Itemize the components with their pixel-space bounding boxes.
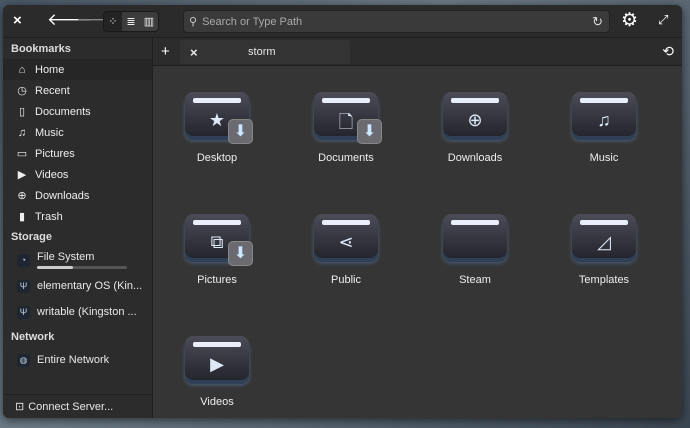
folder-icon: ◿ bbox=[572, 212, 636, 264]
storage-heading: Storage bbox=[11, 231, 52, 243]
folder-label: Videos bbox=[200, 396, 234, 408]
folder-label: Steam bbox=[459, 274, 491, 286]
sidebar-item-writable[interactable]: Ψwritable (Kingston ... bbox=[3, 299, 152, 325]
folder-label: Downloads bbox=[447, 152, 503, 164]
videos-icon: ▶ bbox=[17, 169, 27, 181]
documents-icon: ▯ bbox=[18, 106, 26, 118]
folder-steam[interactable]: Steam bbox=[420, 212, 530, 286]
tab-bar: + × storm ⟲ bbox=[153, 38, 682, 66]
folder-desktop[interactable]: ★ ⬇ Desktop bbox=[162, 90, 272, 164]
close-button[interactable]: × bbox=[13, 12, 22, 29]
folder-label: Music bbox=[589, 152, 619, 164]
usb-icon: Ψ bbox=[17, 279, 30, 293]
file-grid: ★ ⬇ Desktop 🗋 ⬇ Documents ⊕ Downloads ♫ Music ⧉ ⬇ Pi… bbox=[153, 66, 682, 418]
sidebar-item-recent[interactable]: ◷ Recent bbox=[3, 80, 152, 101]
sidebar-item-label: writable (Kingston ... bbox=[37, 306, 137, 318]
sidebar-item-documents[interactable]: ▯ Documents bbox=[3, 101, 152, 122]
server-icon: ⊡ bbox=[15, 401, 25, 413]
folder-label: Templates bbox=[578, 274, 630, 286]
folder-icon: ♫ bbox=[572, 90, 636, 142]
sidebar-item-entire-network[interactable]: ◍ Entire Network bbox=[3, 347, 152, 373]
sidebar-item-music[interactable]: ♫ Music bbox=[3, 122, 152, 143]
new-tab-button[interactable]: + bbox=[161, 43, 170, 60]
sidebar-item-file-system[interactable]: ◔ File System bbox=[3, 247, 152, 273]
pictures-icon: ▭ bbox=[16, 148, 28, 160]
sidebar-item-label: Music bbox=[35, 126, 64, 139]
sidebar-item-label: Documents bbox=[35, 105, 91, 118]
header-bar: × 🡐 🡒 ⁘ ≣ ▥ ⚲ Search or Type Path ↻ ⚙ ⤢ bbox=[3, 5, 682, 38]
drive-icon: ◔ bbox=[17, 253, 30, 267]
view-switcher: ⁘ ≣ ▥ bbox=[103, 11, 159, 32]
bookmarks-heading: Bookmarks bbox=[11, 43, 71, 55]
music-glyph-icon: ♫ bbox=[597, 110, 611, 130]
search-input[interactable]: ⚲ Search or Type Path ↻ bbox=[183, 10, 610, 33]
sidebar-item-pictures[interactable]: ▭ Pictures bbox=[3, 143, 152, 164]
download-emblem-icon: ⬇ bbox=[228, 241, 253, 266]
sidebar-item-elementary-os[interactable]: Ψelementary OS (Kin... bbox=[3, 273, 152, 299]
folder-label: Documents bbox=[318, 152, 374, 164]
close-tab-icon[interactable]: × bbox=[190, 45, 198, 60]
network-heading: Network bbox=[11, 331, 55, 343]
usb-icon: Ψ bbox=[17, 305, 30, 319]
sidebar-item-home[interactable]: ⌂ Home bbox=[3, 59, 152, 80]
sidebar-item-label: Pictures bbox=[35, 147, 75, 160]
folder-icon: ⋖ bbox=[314, 212, 378, 264]
folder-templates[interactable]: ◿ Templates bbox=[549, 212, 659, 286]
videos-glyph-icon: ▶ bbox=[210, 354, 224, 374]
history-icon[interactable]: ⟲ bbox=[662, 43, 674, 60]
tab-label: storm bbox=[248, 46, 276, 58]
maximize-icon[interactable]: ⤢ bbox=[658, 12, 668, 28]
folder-public[interactable]: ⋖ Public bbox=[291, 212, 401, 286]
disk-usage-bar bbox=[37, 266, 127, 269]
sidebar-item-label: Downloads bbox=[35, 189, 90, 202]
folder-label: Public bbox=[331, 274, 361, 286]
sidebar: Bookmarks ⌂ Home ◷ Recent ▯ Documents ♫ Music ▭ P… bbox=[3, 38, 153, 418]
settings-gear-icon[interactable]: ⚙ bbox=[621, 9, 638, 32]
folder-label: Desktop bbox=[196, 152, 238, 164]
downloads-glyph-icon: ⊕ bbox=[467, 110, 483, 130]
sidebar-item-label: Entire Network bbox=[37, 354, 110, 366]
trash-icon: ▮ bbox=[18, 211, 26, 223]
reload-icon[interactable]: ↻ bbox=[592, 14, 603, 30]
folder-icon: ⧉ ⬇ bbox=[185, 212, 253, 266]
connect-server-button[interactable]: ⊡ Connect Server... bbox=[3, 394, 152, 418]
sidebar-item-label: Trash bbox=[35, 210, 63, 223]
icon-view-button[interactable]: ⁘ bbox=[104, 12, 122, 31]
sidebar-item-label: File System bbox=[37, 251, 95, 263]
download-emblem-icon: ⬇ bbox=[228, 119, 253, 144]
sidebar-item-label: Videos bbox=[35, 168, 69, 181]
music-icon: ♫ bbox=[17, 126, 27, 139]
home-icon: ⌂ bbox=[18, 63, 26, 76]
list-view-button[interactable]: ≣ bbox=[122, 12, 140, 31]
folder-downloads[interactable]: ⊕ Downloads bbox=[420, 90, 530, 164]
sidebar-item-label: Home bbox=[35, 63, 65, 76]
folder-icon bbox=[443, 212, 507, 264]
folder-pictures[interactable]: ⧉ ⬇ Pictures bbox=[162, 212, 272, 286]
sidebar-item-videos[interactable]: ▶ Videos bbox=[3, 164, 152, 185]
sidebar-item-trash[interactable]: ▮ Trash bbox=[3, 206, 152, 227]
folder-videos[interactable]: ▶ Videos bbox=[162, 334, 272, 408]
downloads-icon: ⊕ bbox=[17, 190, 27, 202]
recent-icon: ◷ bbox=[17, 85, 27, 97]
search-placeholder: Search or Type Path bbox=[202, 15, 303, 28]
connect-server-label: Connect Server... bbox=[28, 400, 114, 413]
download-emblem-icon: ⬇ bbox=[357, 119, 382, 144]
folder-icon: 🗋 ⬇ bbox=[314, 90, 382, 144]
search-icon: ⚲ bbox=[189, 16, 198, 28]
folder-icon: ▶ bbox=[185, 334, 249, 386]
globe-icon: ◍ bbox=[17, 353, 30, 367]
public-glyph-icon: ⋖ bbox=[338, 232, 354, 252]
column-view-button[interactable]: ▥ bbox=[140, 12, 158, 31]
sidebar-item-label: Recent bbox=[35, 84, 70, 97]
folder-documents[interactable]: 🗋 ⬇ Documents bbox=[291, 90, 401, 164]
folder-label: Pictures bbox=[197, 274, 237, 286]
folder-icon: ★ ⬇ bbox=[185, 90, 253, 144]
folder-icon: ⊕ bbox=[443, 90, 507, 142]
sidebar-item-label: elementary OS (Kin... bbox=[37, 280, 143, 292]
sidebar-item-downloads[interactable]: ⊕ Downloads bbox=[3, 185, 152, 206]
file-manager-window: × 🡐 🡒 ⁘ ≣ ▥ ⚲ Search or Type Path ↻ ⚙ ⤢ … bbox=[3, 5, 682, 418]
tab-storm[interactable]: × storm bbox=[180, 40, 350, 64]
templates-glyph-icon: ◿ bbox=[597, 232, 611, 252]
folder-music[interactable]: ♫ Music bbox=[549, 90, 659, 164]
